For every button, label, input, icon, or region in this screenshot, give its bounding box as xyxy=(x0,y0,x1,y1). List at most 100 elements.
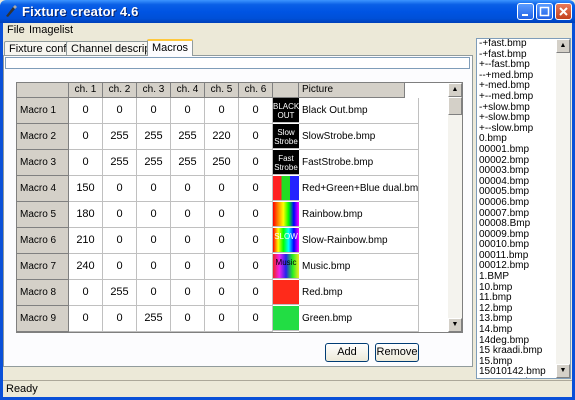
list-item[interactable]: 15020115.bmp xyxy=(479,377,545,378)
column-header-ch1[interactable]: ch. 1 xyxy=(69,83,103,98)
table-cell[interactable]: 0 xyxy=(239,280,273,306)
table-cell[interactable]: 0 xyxy=(103,176,137,202)
picture-cell[interactable]: Music.bmp xyxy=(299,254,419,280)
minimize-button[interactable] xyxy=(517,3,534,20)
row-header[interactable]: Macro 6 xyxy=(17,228,69,254)
table-cell[interactable]: 0 xyxy=(137,228,171,254)
row-header[interactable]: Macro 7 xyxy=(17,254,69,280)
picture-cell[interactable]: Rainbow.bmp xyxy=(299,202,419,228)
remove-button[interactable]: Remove xyxy=(375,343,419,362)
scroll-thumb[interactable] xyxy=(448,97,462,115)
row-header[interactable]: Macro 8 xyxy=(17,280,69,306)
table-cell[interactable]: 0 xyxy=(171,176,205,202)
table-cell[interactable]: 255 xyxy=(103,280,137,306)
tab-macros[interactable]: Macros xyxy=(147,39,194,56)
list-scroll-up-button[interactable]: ▲ xyxy=(556,39,570,53)
table-cell[interactable]: 255 xyxy=(103,124,137,150)
add-button[interactable]: Add xyxy=(325,343,369,362)
row-header[interactable]: Macro 1 xyxy=(17,98,69,124)
arrow-up-icon: ▲ xyxy=(559,42,567,49)
macro-grid[interactable]: ch. 1 ch. 2 ch. 3 ch. 4 ch. 5 ch. 6 Pict… xyxy=(16,82,463,333)
picture-thumbnail xyxy=(273,280,299,305)
column-header-ch5[interactable]: ch. 5 xyxy=(205,83,239,98)
table-cell[interactable]: 0 xyxy=(69,150,103,176)
table-cell[interactable]: 255 xyxy=(137,150,171,176)
table-cell[interactable]: 0 xyxy=(171,306,205,332)
picture-cell[interactable]: Red.bmp xyxy=(299,280,419,306)
table-cell[interactable]: 250 xyxy=(205,150,239,176)
picture-cell[interactable]: FastStrobe.bmp xyxy=(299,150,419,176)
grid-vertical-scrollbar[interactable]: ▲ ▼ xyxy=(448,83,462,332)
table-cell[interactable]: 0 xyxy=(205,98,239,124)
table-cell[interactable]: 0 xyxy=(103,228,137,254)
table-cell[interactable]: 0 xyxy=(171,202,205,228)
table-cell[interactable]: 255 xyxy=(103,150,137,176)
table-cell[interactable]: 255 xyxy=(171,124,205,150)
row-header[interactable]: Macro 4 xyxy=(17,176,69,202)
column-header-picture[interactable]: Picture xyxy=(299,83,405,98)
table-cell[interactable]: 0 xyxy=(205,176,239,202)
column-header-ch3[interactable]: ch. 3 xyxy=(137,83,171,98)
table-cell[interactable]: 0 xyxy=(171,228,205,254)
table-cell[interactable]: 0 xyxy=(239,202,273,228)
list-scroll-down-button[interactable]: ▼ xyxy=(556,364,570,378)
maximize-button[interactable] xyxy=(536,3,553,20)
picture-cell[interactable]: Green.bmp xyxy=(299,306,419,332)
table-cell[interactable]: 240 xyxy=(69,254,103,280)
table-cell[interactable]: 0 xyxy=(239,124,273,150)
table-cell[interactable]: 0 xyxy=(103,98,137,124)
table-cell[interactable]: 255 xyxy=(137,306,171,332)
column-header-ch6[interactable]: ch. 6 xyxy=(239,83,273,98)
close-button[interactable] xyxy=(555,3,572,20)
table-cell[interactable]: 0 xyxy=(137,202,171,228)
table-cell[interactable]: 0 xyxy=(239,254,273,280)
table-cell[interactable]: 150 xyxy=(69,176,103,202)
table-cell[interactable]: 0 xyxy=(205,280,239,306)
table-cell[interactable]: 180 xyxy=(69,202,103,228)
table-cell[interactable]: 0 xyxy=(103,254,137,280)
table-cell[interactable]: 0 xyxy=(137,98,171,124)
table-cell[interactable]: 0 xyxy=(69,280,103,306)
column-header-ch4[interactable]: ch. 4 xyxy=(171,83,205,98)
table-cell[interactable]: 0 xyxy=(239,228,273,254)
table-cell[interactable]: 255 xyxy=(171,150,205,176)
table-cell[interactable]: 0 xyxy=(103,306,137,332)
row-header[interactable]: Macro 9 xyxy=(17,306,69,332)
table-cell[interactable]: 0 xyxy=(205,254,239,280)
table-cell[interactable]: 255 xyxy=(137,124,171,150)
row-header[interactable]: Macro 2 xyxy=(17,124,69,150)
image-list[interactable]: -+fast.bmp -+fast.bmp +--fast.bmp --+med.bm… xyxy=(476,38,571,379)
picture-cell[interactable]: Red+Green+Blue dual.bmp xyxy=(299,176,419,202)
table-cell[interactable]: 0 xyxy=(171,254,205,280)
table-cell[interactable]: 210 xyxy=(69,228,103,254)
table-cell[interactable]: 0 xyxy=(239,306,273,332)
macros-top-field[interactable] xyxy=(5,57,470,69)
menu-imagelist[interactable]: Imagelist xyxy=(29,24,73,36)
row-header[interactable]: Macro 5 xyxy=(17,202,69,228)
picture-cell[interactable]: Slow-Rainbow.bmp xyxy=(299,228,419,254)
table-cell[interactable]: 0 xyxy=(239,176,273,202)
table-cell[interactable]: 0 xyxy=(205,202,239,228)
scroll-down-button[interactable]: ▼ xyxy=(448,318,462,332)
row-header[interactable]: Macro 3 xyxy=(17,150,69,176)
table-cell[interactable]: 0 xyxy=(205,228,239,254)
table-cell[interactable]: 0 xyxy=(69,98,103,124)
table-cell[interactable]: 0 xyxy=(205,306,239,332)
image-list-scrollbar[interactable]: ▲ ▼ xyxy=(556,39,570,378)
table-cell[interactable]: 0 xyxy=(103,202,137,228)
picture-cell[interactable]: Black Out.bmp xyxy=(299,98,419,124)
table-cell[interactable]: 0 xyxy=(137,280,171,306)
table-cell[interactable]: 0 xyxy=(171,98,205,124)
table-cell[interactable]: 220 xyxy=(205,124,239,150)
column-header-ch2[interactable]: ch. 2 xyxy=(103,83,137,98)
table-cell[interactable]: 0 xyxy=(137,176,171,202)
table-cell[interactable]: 0 xyxy=(69,306,103,332)
table-cell[interactable]: 0 xyxy=(171,280,205,306)
table-cell[interactable]: 0 xyxy=(137,254,171,280)
scroll-up-button[interactable]: ▲ xyxy=(448,83,462,97)
table-cell[interactable]: 0 xyxy=(239,150,273,176)
table-cell[interactable]: 0 xyxy=(239,98,273,124)
table-cell[interactable]: 0 xyxy=(69,124,103,150)
menu-file[interactable]: File xyxy=(7,24,25,36)
picture-cell[interactable]: SlowStrobe.bmp xyxy=(299,124,419,150)
